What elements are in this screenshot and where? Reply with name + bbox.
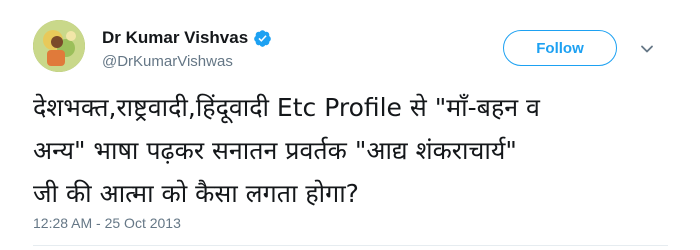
chevron-down-icon[interactable] <box>640 42 654 56</box>
follow-button[interactable]: Follow <box>503 30 617 66</box>
avatar[interactable] <box>33 20 85 72</box>
tweet-card: Dr Kumar Vishvas @DrKumarVishwas Follow … <box>0 0 700 250</box>
divider <box>33 245 668 246</box>
author-name-row: Dr Kumar Vishvas <box>102 26 272 50</box>
author-display-name[interactable]: Dr Kumar Vishvas <box>102 28 248 48</box>
tweet-text-line: अन्य" भाषा पढ़कर सनातन प्रवर्तक "आद्य शं… <box>33 136 517 165</box>
tweet-text-line: देशभक्त,राष्ट्रवादी,हिंदूवादी Etc Profil… <box>33 93 540 122</box>
tweet-timestamp[interactable]: 12:28 AM - 25 Oct 2013 <box>33 215 181 231</box>
author-handle[interactable]: @DrKumarVishwas <box>102 53 233 70</box>
tweet-text-line: जी की आत्मा को कैसा लगता होगा? <box>33 179 359 208</box>
verified-badge-icon <box>253 29 272 48</box>
avatar-image <box>33 20 85 72</box>
tweet-text: देशभक्त,राष्ट्रवादी,हिंदूवादी Etc Profil… <box>33 86 673 215</box>
